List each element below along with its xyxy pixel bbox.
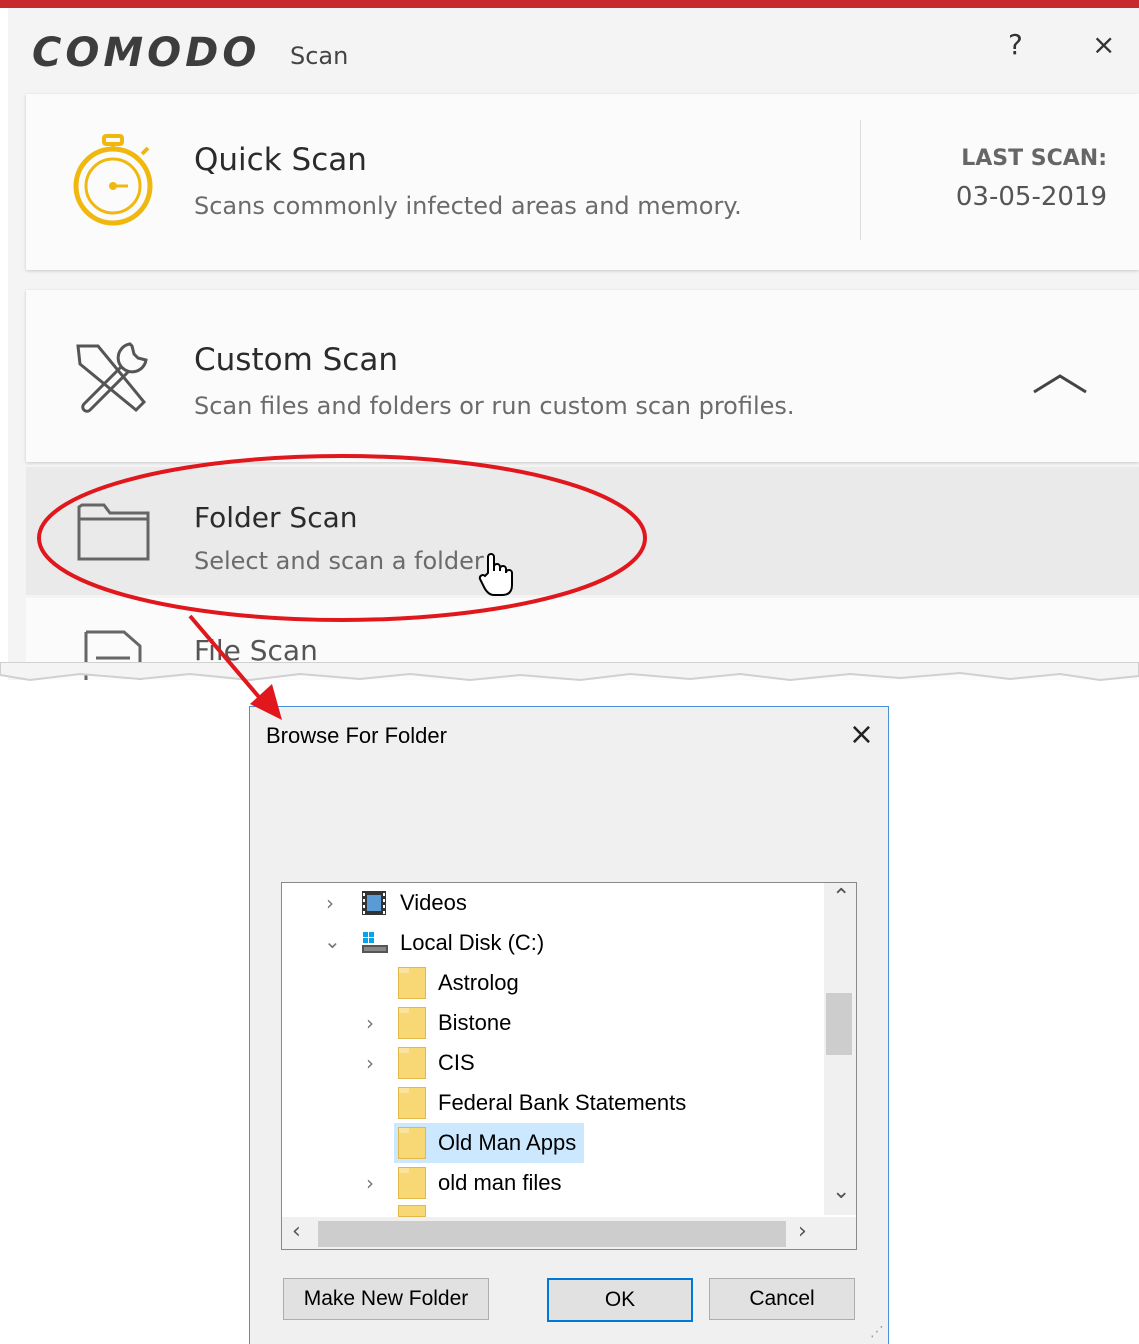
divider [860, 120, 861, 240]
custom-scan-title: Custom Scan [194, 342, 398, 378]
folder-icon [398, 1167, 426, 1199]
chevron-up-icon[interactable] [1030, 368, 1090, 398]
custom-scan-card[interactable]: Custom Scan Scan files and folders or ru… [26, 290, 1139, 462]
custom-scan-description: Scan files and folders or run custom sca… [194, 392, 795, 420]
folder-icon [398, 1047, 426, 1079]
tree-item-videos[interactable]: Videos [360, 883, 467, 923]
folder-icon [398, 1205, 426, 1217]
scrollbar-corner [824, 1217, 856, 1249]
torn-edge [0, 662, 1139, 682]
tree-item-local-disk[interactable]: Local Disk (C:) [360, 923, 544, 963]
chevron-right-icon[interactable]: › [366, 1011, 374, 1035]
vertical-scroll-thumb[interactable] [826, 993, 852, 1055]
comodo-logo: COMODO [32, 30, 261, 76]
close-button[interactable]: × [1092, 28, 1115, 61]
scroll-right-icon[interactable]: › [798, 1219, 807, 1244]
tree-item-label: Local Disk (C:) [400, 930, 545, 955]
vertical-scrollbar[interactable]: ⌃ ⌄ [824, 883, 856, 1215]
help-button[interactable]: ? [1008, 28, 1023, 61]
folder-scan-title: Folder Scan [194, 501, 358, 534]
top-accent-bar [0, 0, 1139, 8]
chevron-right-icon[interactable]: › [366, 1171, 374, 1195]
stopwatch-icon [73, 134, 153, 226]
folder-scan-option[interactable]: Folder Scan Select and scan a folder [26, 467, 1139, 596]
horizontal-scrollbar[interactable]: ‹ › [282, 1217, 824, 1249]
resize-grip-icon[interactable]: ⋰ [870, 1323, 884, 1340]
make-new-folder-button[interactable]: Make New Folder [283, 1278, 489, 1320]
scroll-left-icon[interactable]: ‹ [292, 1219, 301, 1244]
window-subtitle: Scan [290, 42, 349, 70]
drive-icon [362, 932, 388, 953]
tree-item-bistone[interactable]: Bistone [398, 1003, 511, 1043]
comodo-scan-window: COMODO Scan ? × Quick Scan Scans commonl… [8, 8, 1139, 680]
tree-item-cis[interactable]: CIS [398, 1043, 475, 1083]
quick-scan-description: Scans commonly infected areas and memory… [194, 192, 742, 220]
quick-scan-card[interactable]: Quick Scan Scans commonly infected areas… [26, 94, 1139, 270]
folder-outline-icon [77, 503, 150, 561]
scroll-up-icon[interactable]: ⌃ [832, 885, 850, 910]
folder-icon [398, 1127, 426, 1159]
chevron-right-icon[interactable]: › [326, 891, 334, 915]
folder-icon [398, 1087, 426, 1119]
scroll-down-icon[interactable]: ⌄ [832, 1179, 850, 1204]
tree-item-old-man-files[interactable]: old man files [398, 1163, 562, 1203]
dialog-title: Browse For Folder [266, 723, 447, 748]
tree-item-label: Videos [400, 890, 467, 915]
hand-cursor-icon [478, 553, 513, 596]
last-scan-date: 03-05-2019 [955, 182, 1107, 212]
browse-for-folder-dialog: Browse For Folder × › Videos ⌄ Local Dis… [249, 706, 889, 1344]
dialog-close-button[interactable]: × [849, 717, 874, 752]
videos-icon [362, 891, 386, 915]
quick-scan-title: Quick Scan [194, 142, 367, 178]
tools-icon [76, 342, 148, 413]
tree-item-label: Astrolog [438, 970, 519, 995]
tree-item-federal-bank-statements[interactable]: Federal Bank Statements [398, 1083, 686, 1123]
tree-item-astrolog[interactable]: Astrolog [398, 963, 519, 1003]
folder-icon [398, 967, 426, 999]
tree-item-old-man-apps[interactable]: Old Man Apps [394, 1123, 585, 1163]
folder-icon [398, 1007, 426, 1039]
tree-item-label: Federal Bank Statements [438, 1090, 687, 1115]
tree-item-label: old man files [438, 1170, 562, 1195]
horizontal-scroll-thumb[interactable] [318, 1221, 786, 1247]
ok-button[interactable]: OK [547, 1278, 693, 1322]
last-scan-label: LAST SCAN: [961, 146, 1107, 171]
folder-tree[interactable]: › Videos ⌄ Local Disk (C:) Astrolog › Bi… [281, 882, 857, 1250]
chevron-right-icon[interactable]: › [366, 1051, 374, 1075]
tree-item-label: Bistone [438, 1010, 512, 1035]
tree-item-label: CIS [438, 1050, 475, 1075]
folder-scan-description: Select and scan a folder [194, 547, 484, 575]
cancel-button[interactable]: Cancel [709, 1278, 855, 1320]
tree-item-label: Old Man Apps [438, 1130, 577, 1155]
chevron-down-icon[interactable]: ⌄ [324, 929, 341, 953]
